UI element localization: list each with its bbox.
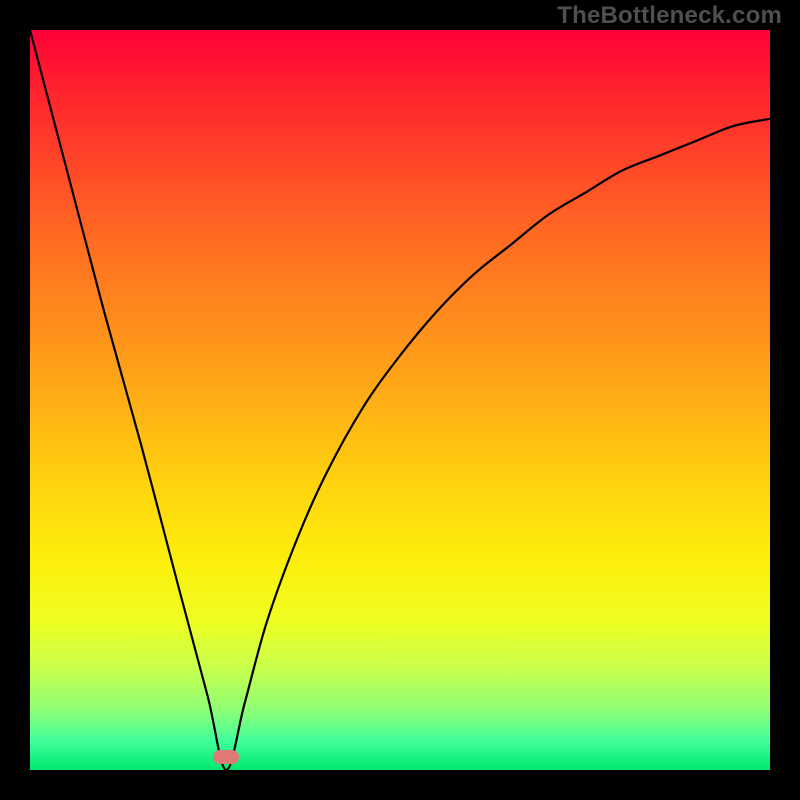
- chart-frame: TheBottleneck.com: [0, 0, 800, 800]
- bottleneck-curve: [30, 30, 770, 770]
- plot-area: [30, 30, 770, 770]
- minimum-marker: [213, 750, 239, 764]
- watermark-text: TheBottleneck.com: [557, 2, 782, 30]
